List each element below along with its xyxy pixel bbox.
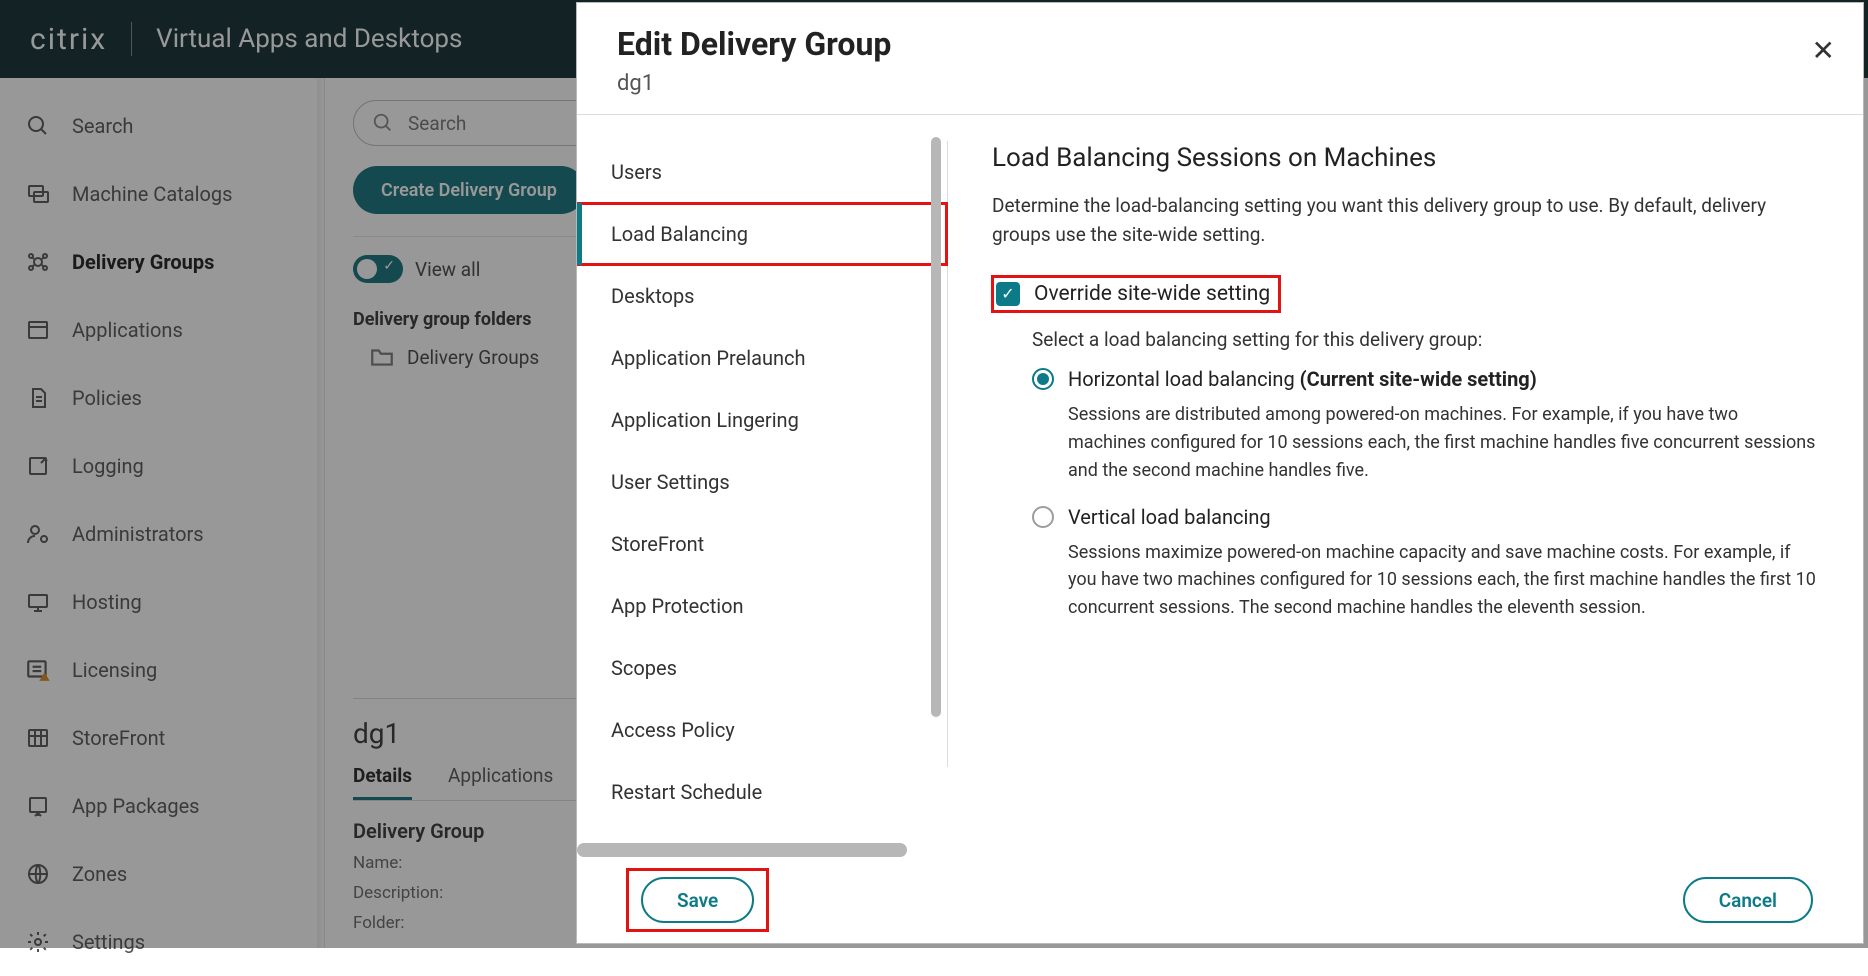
dialog-nav-app-protection[interactable]: App Protection (577, 575, 947, 637)
dialog-footer: Save Cancel (577, 857, 1863, 943)
dialog-title: Edit Delivery Group (617, 25, 1823, 63)
dialog-nav-users[interactable]: Users (577, 141, 947, 203)
dialog-nav-app-lingering[interactable]: Application Lingering (577, 389, 947, 451)
dialog-nav-horizontal-scrollbar[interactable] (577, 843, 907, 857)
content-description: Determine the load-balancing setting you… (992, 191, 1817, 250)
override-label: Override site-wide setting (1034, 282, 1270, 306)
dialog-subtitle: dg1 (617, 71, 1823, 96)
dialog-nav-access-policy[interactable]: Access Policy (577, 699, 947, 761)
checkbox-checked-icon: ✓ (996, 282, 1020, 306)
content-heading: Load Balancing Sessions on Machines (992, 143, 1817, 173)
dialog-nav-storefront[interactable]: StoreFront (577, 513, 947, 575)
dialog-nav-user-settings[interactable]: User Settings (577, 451, 947, 513)
cancel-button[interactable]: Cancel (1683, 877, 1813, 923)
edit-delivery-group-dialog: Edit Delivery Group dg1 ✕ Users Load Bal… (576, 2, 1864, 944)
radio-horizontal[interactable]: Horizontal load balancing (Current site-… (1032, 367, 1817, 391)
radio-vertical-block: Vertical load balancing Sessions maximiz… (1032, 505, 1817, 623)
radio-unselected-icon (1032, 506, 1054, 528)
dialog-nav-scrollbar[interactable] (931, 137, 941, 717)
dialog-nav: Users Load Balancing Desktops Applicatio… (577, 115, 947, 857)
radio-vertical-label: Vertical load balancing (1068, 505, 1271, 529)
radio-horizontal-desc: Sessions are distributed among powered-o… (1068, 401, 1817, 485)
radio-horizontal-label: Horizontal load balancing (Current site-… (1068, 367, 1537, 391)
dialog-nav-restart-schedule[interactable]: Restart Schedule (577, 761, 947, 823)
dialog-header: Edit Delivery Group dg1 ✕ (577, 3, 1863, 114)
override-site-wide-checkbox-row[interactable]: ✓ Override site-wide setting (992, 276, 1280, 312)
select-help-text: Select a load balancing setting for this… (1032, 328, 1817, 351)
dialog-nav-desktops[interactable]: Desktops (577, 265, 947, 327)
radio-selected-icon (1032, 368, 1054, 390)
dialog-nav-load-balancing[interactable]: Load Balancing (577, 203, 947, 265)
radio-horizontal-block: Horizontal load balancing (Current site-… (1032, 367, 1817, 485)
dialog-nav-scopes[interactable]: Scopes (577, 637, 947, 699)
dialog-content: Load Balancing Sessions on Machines Dete… (948, 115, 1863, 857)
radio-vertical[interactable]: Vertical load balancing (1032, 505, 1817, 529)
dialog-nav-app-prelaunch[interactable]: Application Prelaunch (577, 327, 947, 389)
save-button[interactable]: Save (641, 877, 754, 923)
radio-vertical-desc: Sessions maximize powered-on machine cap… (1068, 539, 1817, 623)
save-button-highlight: Save (627, 869, 768, 931)
close-icon[interactable]: ✕ (1812, 37, 1835, 65)
